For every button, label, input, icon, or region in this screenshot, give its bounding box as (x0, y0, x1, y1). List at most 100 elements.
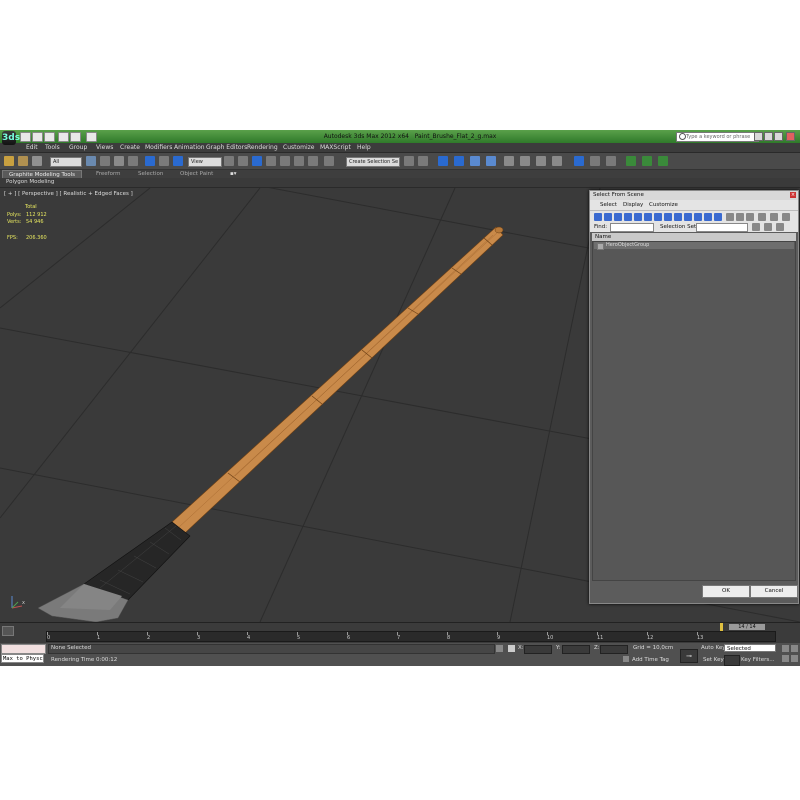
ok-button[interactable]: OK (702, 585, 750, 598)
lock-selection-icon[interactable] (496, 645, 503, 652)
favorites-icon[interactable] (764, 132, 773, 141)
tab-object-paint[interactable]: Object Paint (180, 170, 213, 178)
toolbar-extra-5-icon[interactable] (642, 156, 652, 166)
menu-rendering[interactable]: Rendering (247, 144, 278, 151)
tab-selection[interactable]: Selection (138, 170, 163, 178)
pan-icon[interactable] (791, 655, 798, 662)
filter-geometry-icon[interactable] (594, 213, 602, 221)
auto-key-button[interactable]: Auto Key (701, 645, 726, 651)
menu-maxscript[interactable]: MAXScript (320, 144, 351, 151)
ribbon-options-icon[interactable]: ▪▾ (230, 170, 237, 178)
display-children-icon[interactable] (746, 213, 754, 221)
help-icon[interactable] (774, 132, 783, 141)
menu-help[interactable]: Help (357, 144, 371, 151)
filter-hidden-icon[interactable] (704, 213, 712, 221)
spinner-snap-icon[interactable] (308, 156, 318, 166)
render-setup-icon[interactable] (520, 156, 530, 166)
redo-icon[interactable] (70, 132, 81, 142)
set-key-button[interactable]: Set Key (703, 657, 724, 663)
dialog-menu-select[interactable]: Select (600, 202, 617, 208)
unlink-icon[interactable] (18, 156, 28, 166)
save-icon[interactable] (44, 132, 55, 142)
rendered-frame-window-icon[interactable] (536, 156, 546, 166)
find-case-icon[interactable] (758, 213, 766, 221)
time-tag-icon[interactable] (623, 656, 629, 662)
graphite-toggle-icon[interactable] (454, 156, 464, 166)
app-logo-icon[interactable]: 3ds (2, 131, 20, 145)
filter-cameras-icon[interactable] (624, 213, 632, 221)
select-rotate-icon[interactable] (159, 156, 169, 166)
menu-edit[interactable]: Edit (26, 144, 38, 151)
select-by-name-icon[interactable] (100, 156, 110, 166)
reference-coordinate-dropdown[interactable]: View (188, 157, 222, 167)
filter-groups-icon[interactable] (654, 213, 662, 221)
search-input[interactable]: Type a keyword or phrase (676, 132, 759, 142)
rectangle-selection-icon[interactable] (114, 156, 124, 166)
maxscript-listener-input[interactable] (1, 644, 46, 654)
select-none-icon[interactable] (764, 223, 772, 231)
viewport-label[interactable]: [ + ] [ Perspective ] [ Realistic + Edge… (4, 191, 133, 197)
menu-animation[interactable]: Animation (174, 144, 205, 151)
dialog-menu-display[interactable]: Display (623, 202, 643, 208)
toolbar-extra-4-icon[interactable] (626, 156, 636, 166)
edit-named-selection-icon[interactable] (324, 156, 334, 166)
new-icon[interactable] (20, 132, 31, 142)
filter-all-icon[interactable] (714, 213, 722, 221)
list-item[interactable]: HeroObjectGroup (594, 242, 794, 249)
menu-group[interactable]: Group (69, 144, 87, 151)
toolbar-extra-6-icon[interactable] (658, 156, 668, 166)
selection-set-dropdown[interactable] (696, 223, 748, 232)
info-center-icon[interactable] (754, 132, 763, 141)
x-coordinate-field[interactable] (524, 645, 552, 654)
bind-space-warp-icon[interactable] (32, 156, 42, 166)
timeline-track[interactable]: 0 1 2 3 4 5 6 7 8 9 10 11 12 13 (46, 631, 776, 642)
render-production-icon[interactable] (552, 156, 562, 166)
selection-filter-dropdown[interactable]: All (50, 157, 82, 167)
close-window-icon[interactable] (786, 132, 795, 141)
menu-customize[interactable]: Customize (283, 144, 315, 151)
filter-shapes-icon[interactable] (604, 213, 612, 221)
align-icon[interactable] (418, 156, 428, 166)
mini-curve-editor-icon[interactable] (2, 626, 14, 636)
advanced-filter-icon[interactable] (782, 213, 790, 221)
zoom-icon[interactable] (782, 655, 789, 662)
filter-lights-icon[interactable] (614, 213, 622, 221)
select-object-icon[interactable] (86, 156, 96, 166)
toolbar-extra-3-icon[interactable] (606, 156, 616, 166)
percent-snap-icon[interactable] (294, 156, 304, 166)
menu-create[interactable]: Create (120, 144, 140, 151)
key-mode-icon[interactable]: ⊸ (680, 649, 698, 663)
named-selection-dropdown[interactable]: Create Selection Se (346, 157, 400, 167)
menu-views[interactable]: Views (96, 144, 113, 151)
snaps-toggle-icon[interactable] (266, 156, 276, 166)
key-filters-button[interactable]: Key Filters... (741, 657, 774, 663)
cancel-button[interactable]: Cancel (750, 585, 798, 598)
find-input[interactable] (610, 223, 654, 232)
display-none-icon[interactable] (726, 213, 734, 221)
set-key-curve-icon[interactable] (724, 655, 740, 666)
absolute-mode-icon[interactable] (508, 645, 515, 652)
layer-manager-icon[interactable] (438, 156, 448, 166)
select-scale-icon[interactable] (173, 156, 183, 166)
schematic-view-icon[interactable] (486, 156, 496, 166)
toolbar-extra-1-icon[interactable] (574, 156, 584, 166)
filter-containers-icon[interactable] (684, 213, 692, 221)
project-folder-icon[interactable] (86, 132, 97, 142)
filter-xrefs-icon[interactable] (664, 213, 672, 221)
tab-freeform[interactable]: Freeform (96, 170, 121, 178)
add-time-tag-button[interactable]: Add Time Tag (632, 657, 669, 663)
menu-modifiers[interactable]: Modifiers (145, 144, 172, 151)
curve-editor-icon[interactable] (470, 156, 480, 166)
toolbar-extra-2-icon[interactable] (590, 156, 600, 166)
menu-tools[interactable]: Tools (45, 144, 60, 151)
play-icon[interactable] (791, 645, 798, 652)
scene-object-list[interactable]: HeroObjectGroup (592, 241, 796, 581)
z-coordinate-field[interactable] (600, 645, 628, 654)
link-icon[interactable] (4, 156, 14, 166)
select-manipulate-icon[interactable] (238, 156, 248, 166)
menu-graph-editors[interactable]: Graph Editors (206, 144, 247, 151)
filter-helpers-icon[interactable] (634, 213, 642, 221)
keyboard-shortcut-override-icon[interactable] (252, 156, 262, 166)
window-crossing-icon[interactable] (128, 156, 138, 166)
key-mode-dropdown[interactable]: Selected (724, 644, 776, 652)
